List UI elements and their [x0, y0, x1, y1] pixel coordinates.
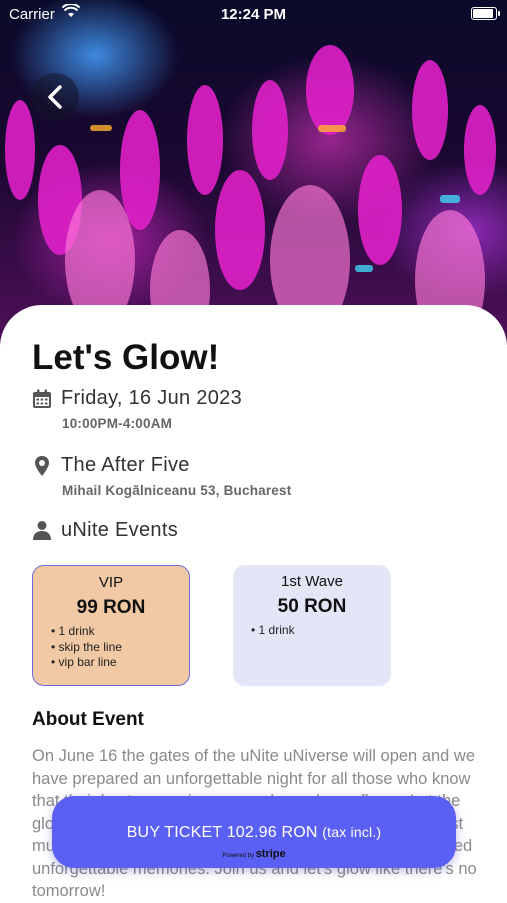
ticket-perks: 1 drink skip the line vip bar line: [51, 624, 122, 671]
about-heading: About Event: [32, 709, 144, 730]
buy-ticket-label: BUY TICKET 102.96 RON (tax incl.): [52, 824, 456, 842]
event-title: Let's Glow!: [32, 338, 220, 377]
tax-note: (tax incl.): [322, 824, 382, 840]
map-pin-icon: [32, 455, 52, 476]
calendar-icon: [32, 389, 52, 409]
powered-by-stripe: Powered by stripe: [52, 848, 456, 860]
ticket-perk: 1 drink: [51, 624, 122, 640]
crowd-hands-illustration: [5, 45, 496, 345]
battery-icon: [471, 7, 500, 20]
ticket-price: 50 RON: [277, 596, 347, 617]
ticket-perk: vip bar line: [51, 655, 122, 671]
event-date: Friday, 16 Jun 2023: [61, 387, 242, 409]
person-icon: [32, 520, 52, 540]
ticket-perks: 1 drink: [251, 623, 295, 639]
ticket-option-1st-wave[interactable]: 1st Wave 50 RON 1 drink: [233, 565, 391, 686]
buy-ticket-price: BUY TICKET 102.96 RON: [126, 824, 318, 841]
event-address: Mihail Kogălniceanu 53, Bucharest: [62, 483, 292, 498]
clock: 12:24 PM: [220, 6, 287, 23]
ticket-price: 99 RON: [76, 597, 146, 618]
event-time-range: 10:00PM-4:00AM: [62, 416, 173, 431]
back-button[interactable]: [31, 73, 79, 121]
ticket-option-vip[interactable]: VIP 99 RON 1 drink skip the line vip bar…: [32, 565, 190, 686]
ticket-name: VIP: [98, 574, 124, 591]
ticket-perk: skip the line: [51, 640, 122, 656]
event-hero-image: [0, 0, 507, 345]
ticket-name: 1st Wave: [281, 573, 343, 590]
event-organizer[interactable]: uNite Events: [61, 519, 178, 542]
event-venue: The After Five: [61, 454, 190, 476]
ticket-perk: 1 drink: [251, 623, 295, 639]
stripe-logo: stripe: [255, 848, 286, 860]
chevron-left-icon: [46, 79, 64, 112]
powered-by-label: Powered by: [222, 853, 255, 859]
status-bar: Carrier 12:24 PM: [0, 0, 507, 28]
buy-ticket-button[interactable]: BUY TICKET 102.96 RON (tax incl.) Powere…: [52, 796, 456, 868]
